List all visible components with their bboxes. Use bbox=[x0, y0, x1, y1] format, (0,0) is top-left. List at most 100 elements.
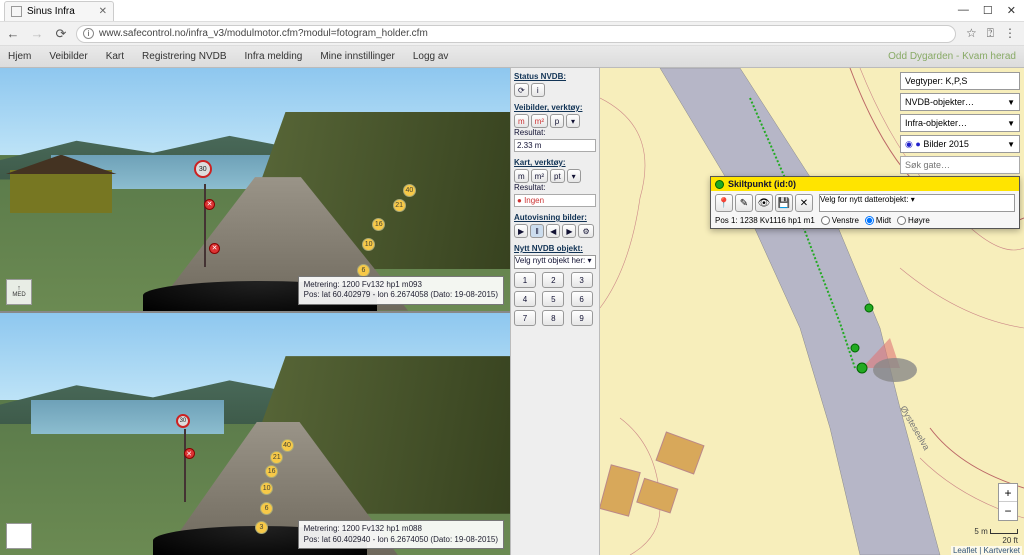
page-icon bbox=[11, 6, 22, 17]
bookmark-icon[interactable]: ☆ bbox=[966, 26, 977, 41]
measure-more-button[interactable]: ▾ bbox=[566, 114, 580, 128]
tab-title: Sinus Infra bbox=[27, 6, 75, 17]
close-button[interactable]: ✕ bbox=[1007, 4, 1016, 17]
tab-close-icon[interactable]: ✕ bbox=[99, 6, 107, 17]
kart-resultat-value: ● Ingen bbox=[514, 194, 596, 207]
back-button[interactable]: ← bbox=[4, 26, 22, 41]
status-info-button[interactable]: i bbox=[531, 83, 545, 97]
browser-tab[interactable]: Sinus Infra ✕ bbox=[4, 1, 114, 21]
menu-kart[interactable]: Kart bbox=[106, 51, 124, 62]
popup-pos-label: Pos 1: 1238 Kv1116 hp1 m1 bbox=[715, 216, 815, 225]
measure-m2-button[interactable]: m² bbox=[531, 114, 548, 128]
marker-red[interactable]: ✕ bbox=[204, 199, 215, 210]
marker-red[interactable]: ✕ bbox=[209, 243, 220, 254]
profile-icon[interactable]: ⍰ bbox=[987, 26, 994, 41]
nytt-objekt-select[interactable]: Velg nytt objekt her: ▾ bbox=[514, 255, 596, 269]
measure-p-button[interactable]: p bbox=[550, 114, 564, 128]
menu-veibilder[interactable]: Veibilder bbox=[49, 51, 87, 62]
play-button[interactable]: ▶ bbox=[514, 224, 528, 238]
distance-marker[interactable]: 3 bbox=[255, 521, 268, 534]
kart-resultat-label: Resultat: bbox=[514, 183, 596, 192]
current-user: Odd Dygarden - Kvam herad bbox=[888, 51, 1016, 62]
numpad-9[interactable]: 9 bbox=[571, 310, 593, 326]
numpad-7[interactable]: 7 bbox=[514, 310, 536, 326]
numpad-8[interactable]: 8 bbox=[542, 310, 564, 326]
distance-marker[interactable]: 6 bbox=[260, 502, 273, 515]
kart-more-button[interactable]: ▾ bbox=[567, 169, 581, 183]
reload-button[interactable]: ⟳ bbox=[52, 26, 70, 42]
direction-toggle[interactable] bbox=[6, 523, 32, 549]
popup-pin-button[interactable]: 📍 bbox=[715, 194, 733, 212]
menu-infra-melding[interactable]: Infra melding bbox=[245, 51, 303, 62]
leaflet-link[interactable]: Leaflet bbox=[953, 546, 977, 555]
window-buttons: — ☐ ✕ bbox=[958, 4, 1024, 17]
distance-marker[interactable]: 10 bbox=[362, 238, 375, 251]
nytt-header: Nytt NVDB objekt: bbox=[514, 244, 596, 253]
zoom-in-button[interactable]: + bbox=[999, 484, 1017, 502]
nvdb-select[interactable]: NVDB-objekter…▼ bbox=[900, 93, 1020, 111]
url-field[interactable]: i www.safecontrol.no/infra_v3/modulmotor… bbox=[76, 25, 956, 43]
popup-title: Skiltpunkt (id:0) bbox=[728, 179, 796, 189]
settings-button[interactable]: ⚙ bbox=[578, 224, 593, 238]
forward-button[interactable]: → bbox=[28, 26, 46, 41]
distance-marker[interactable]: 21 bbox=[393, 199, 406, 212]
zoom-out-button[interactable]: − bbox=[999, 502, 1017, 520]
maximize-button[interactable]: ☐ bbox=[983, 4, 993, 17]
pause-button[interactable]: ‖ bbox=[530, 224, 544, 238]
skiltpunkt-popup: Skiltpunkt (id:0) 📍 ✎ 👁 💾 ✕ Velg for nyt… bbox=[710, 176, 1020, 229]
minimize-button[interactable]: — bbox=[958, 4, 969, 17]
measure-m-button[interactable]: m bbox=[514, 114, 529, 128]
side-midt-radio[interactable]: Midt bbox=[865, 216, 891, 225]
popup-header[interactable]: Skiltpunkt (id:0) bbox=[711, 177, 1019, 191]
numpad-5[interactable]: 5 bbox=[542, 291, 564, 307]
menu-innstillinger[interactable]: Mine innstillinger bbox=[320, 51, 394, 62]
popup-close-button[interactable]: ✕ bbox=[795, 194, 813, 212]
photo-info-box: Metrering: 1200 Fv132 hp1 m088 Pos: lat … bbox=[298, 520, 504, 549]
zoom-control: + − bbox=[998, 483, 1018, 521]
address-bar: ← → ⟳ i www.safecontrol.no/infra_v3/modu… bbox=[0, 22, 1024, 46]
menu-hjem[interactable]: Hjem bbox=[8, 51, 31, 62]
map-view[interactable]: Øysteseelva Vegtyper: K,P,S NVDB-objekte… bbox=[600, 68, 1024, 555]
menu-registrering[interactable]: Registrering NVDB bbox=[142, 51, 226, 62]
menu-logg-av[interactable]: Logg av bbox=[413, 51, 449, 62]
popup-child-select[interactable]: Velg for nytt datterobjekt: ▾ bbox=[819, 194, 1015, 212]
side-venstre-radio[interactable]: Venstre bbox=[821, 216, 859, 225]
popup-edit-button[interactable]: ✎ bbox=[735, 194, 753, 212]
numpad-2[interactable]: 2 bbox=[542, 272, 564, 288]
infra-select[interactable]: Infra-objekter…▼ bbox=[900, 114, 1020, 132]
numpad-4[interactable]: 4 bbox=[514, 291, 536, 307]
kart-m-button[interactable]: m bbox=[514, 169, 529, 183]
kart-pt-button[interactable]: pt bbox=[550, 169, 565, 183]
url-text: www.safecontrol.no/infra_v3/modulmotor.c… bbox=[99, 28, 428, 39]
browser-tab-strip: Sinus Infra ✕ — ☐ ✕ bbox=[0, 0, 1024, 22]
map-attribution: Leaflet | Kartverket bbox=[951, 546, 1022, 555]
step-fwd-button[interactable]: ▶ bbox=[562, 224, 576, 238]
numpad: 1 2 3 4 5 6 7 8 9 bbox=[514, 272, 596, 326]
search-input[interactable] bbox=[900, 156, 1020, 174]
site-info-icon[interactable]: i bbox=[83, 28, 94, 39]
road-photo-bottom[interactable]: 30 ✕ 3 6 10 16 21 40 Metrering: 1200 Fv1… bbox=[0, 311, 510, 555]
kart-header: Kart, verktøy: bbox=[514, 158, 596, 167]
road-photo-top[interactable]: 30 ✕ ✕ 6 10 16 21 40 ↑MED Metrering: 120… bbox=[0, 68, 510, 311]
popup-save-button[interactable]: 💾 bbox=[775, 194, 793, 212]
status-refresh-button[interactable]: ⟳ bbox=[514, 83, 529, 97]
kart-m2-button[interactable]: m² bbox=[531, 169, 548, 183]
veibilder-header: Veibilder, verktøy: bbox=[514, 103, 596, 112]
side-hoyre-radio[interactable]: Høyre bbox=[897, 216, 930, 225]
tool-panel: Status NVDB: ⟳ i Veibilder, verktøy: m m… bbox=[510, 68, 600, 555]
direction-toggle[interactable]: ↑MED bbox=[6, 279, 32, 305]
numpad-6[interactable]: 6 bbox=[571, 291, 593, 307]
browser-menu-icon[interactable]: ⋮ bbox=[1004, 26, 1016, 41]
step-back-button[interactable]: ◀ bbox=[546, 224, 560, 238]
distance-marker[interactable]: 40 bbox=[281, 439, 294, 452]
resultat-label: Resultat: bbox=[514, 128, 596, 137]
app-menu-bar: Hjem Veibilder Kart Registrering NVDB In… bbox=[0, 46, 1024, 68]
popup-view-button[interactable]: 👁 bbox=[755, 194, 773, 212]
marker-red[interactable]: ✕ bbox=[184, 448, 195, 459]
numpad-1[interactable]: 1 bbox=[514, 272, 536, 288]
road-photo-column: 30 ✕ ✕ 6 10 16 21 40 ↑MED Metrering: 120… bbox=[0, 68, 510, 555]
numpad-3[interactable]: 3 bbox=[571, 272, 593, 288]
distance-marker[interactable]: 21 bbox=[270, 451, 283, 464]
bilder-select[interactable]: ◉ ● Bilder 2015▼ bbox=[900, 135, 1020, 153]
vegtyper-display[interactable]: Vegtyper: K,P,S bbox=[900, 72, 1020, 90]
